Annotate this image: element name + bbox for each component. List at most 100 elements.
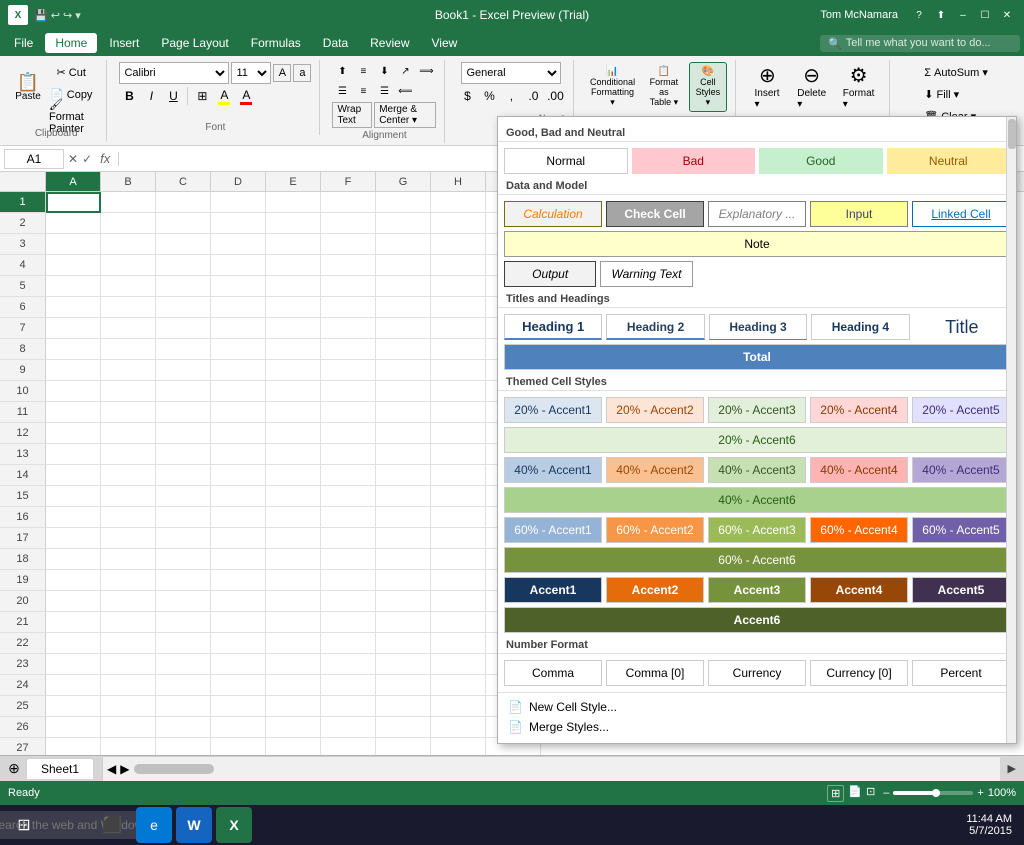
align-middle-button[interactable]: ≡ [353,62,373,80]
cell-G21[interactable] [376,612,431,633]
cell-F10[interactable] [321,381,376,402]
style-accent1[interactable]: Accent1 [504,577,602,603]
cell-E27[interactable] [266,738,321,755]
dropdown-scrollbar[interactable] [1006,117,1016,743]
scroll-right-icon[interactable]: ▶ [120,762,129,776]
style-normal[interactable]: Normal [504,148,628,174]
wrap-text-button[interactable]: Wrap Text [332,102,372,128]
row-number-19[interactable]: 19 [0,570,46,591]
formula-cancel-icon[interactable]: ✕ [68,152,78,166]
style-accent6[interactable]: Accent6 [504,607,1010,633]
menu-insert[interactable]: Insert [99,33,149,53]
cell-B13[interactable] [101,444,156,465]
style-20-accent5[interactable]: 20% - Accent5 [912,397,1010,423]
cell-A23[interactable] [46,654,101,675]
row-number-24[interactable]: 24 [0,675,46,696]
autosum-button[interactable]: Σ AutoSum ▾ [919,62,993,82]
menu-data[interactable]: Data [313,33,358,53]
cell-C24[interactable] [156,675,211,696]
cell-G11[interactable] [376,402,431,423]
style-currency-0[interactable]: Currency [0] [810,660,908,686]
cell-C19[interactable] [156,570,211,591]
cell-G4[interactable] [376,255,431,276]
style-60-accent5[interactable]: 60% - Accent5 [912,517,1010,543]
col-header-h[interactable]: H [431,172,486,191]
horizontal-scrollbar[interactable]: ◀ ▶ [102,756,999,781]
cell-C5[interactable] [156,276,211,297]
scroll-left-icon[interactable]: ◀ [107,762,116,776]
word-app[interactable]: W [176,807,212,843]
style-comma[interactable]: Comma [504,660,602,686]
style-heading1[interactable]: Heading 1 [504,314,602,340]
cell-B19[interactable] [101,570,156,591]
style-title[interactable]: Title [914,314,1010,340]
cell-A27[interactable] [46,738,101,755]
cell-A16[interactable] [46,507,101,528]
cell-G22[interactable] [376,633,431,654]
cell-G25[interactable] [376,696,431,717]
zoom-slider[interactable] [893,791,973,795]
style-input[interactable]: Input [810,201,908,227]
style-40-accent2[interactable]: 40% - Accent2 [606,457,704,483]
cell-C17[interactable] [156,528,211,549]
cell-F14[interactable] [321,465,376,486]
conditional-formatting-button[interactable]: 📊 ConditionalFormatting ▾ [586,62,638,112]
style-40-accent3[interactable]: 40% - Accent3 [708,457,806,483]
style-comma-0[interactable]: Comma [0] [606,660,704,686]
scroll-thumb[interactable] [134,764,214,774]
style-20-accent4[interactable]: 20% - Accent4 [810,397,908,423]
cell-B3[interactable] [101,234,156,255]
style-accent2[interactable]: Accent2 [606,577,704,603]
cell-E21[interactable] [266,612,321,633]
style-20-accent2[interactable]: 20% - Accent2 [606,397,704,423]
cell-D20[interactable] [211,591,266,612]
row-number-21[interactable]: 21 [0,612,46,633]
cell-E9[interactable] [266,360,321,381]
cell-G24[interactable] [376,675,431,696]
row-number-5[interactable]: 5 [0,276,46,297]
cell-A6[interactable] [46,297,101,318]
currency-button[interactable]: $ [457,86,477,106]
cell-F1[interactable] [321,192,376,213]
cell-C7[interactable] [156,318,211,339]
cell-F3[interactable] [321,234,376,255]
style-neutral[interactable]: Neutral [887,148,1011,174]
cell-F2[interactable] [321,213,376,234]
cell-F23[interactable] [321,654,376,675]
cell-C20[interactable] [156,591,211,612]
cell-E11[interactable] [266,402,321,423]
edge-app[interactable]: e [136,807,172,843]
fill-button[interactable]: ⬇ Fill ▾ [919,84,964,104]
cell-A3[interactable] [46,234,101,255]
formula-confirm-icon[interactable]: ✓ [82,152,92,166]
merge-center-button[interactable]: Merge & Center ▾ [374,102,436,128]
cell-H25[interactable] [431,696,486,717]
normal-view-button[interactable]: ⊞ [827,785,844,802]
align-top-button[interactable]: ⬆ [332,62,352,80]
cell-A4[interactable] [46,255,101,276]
cell-G17[interactable] [376,528,431,549]
cell-A11[interactable] [46,402,101,423]
cell-A5[interactable] [46,276,101,297]
cell-F27[interactable] [321,738,376,755]
col-header-e[interactable]: E [266,172,321,191]
delete-button[interactable]: ⊖ Delete ▾ [790,62,833,110]
cell-A10[interactable] [46,381,101,402]
cell-D1[interactable] [211,192,266,213]
task-view-button[interactable]: ⬛ [92,805,132,845]
style-40-accent4[interactable]: 40% - Accent4 [810,457,908,483]
page-layout-button[interactable]: 📄 [848,785,862,802]
cell-C1[interactable] [156,192,211,213]
cell-A7[interactable] [46,318,101,339]
cell-D26[interactable] [211,717,266,738]
cell-H6[interactable] [431,297,486,318]
row-number-27[interactable]: 27 [0,738,46,755]
cell-B14[interactable] [101,465,156,486]
style-40-accent1[interactable]: 40% - Accent1 [504,457,602,483]
cell-A18[interactable] [46,549,101,570]
col-header-f[interactable]: F [321,172,376,191]
cell-G23[interactable] [376,654,431,675]
format-button[interactable]: ⚙ Format ▾ [836,62,881,110]
cell-F17[interactable] [321,528,376,549]
cell-C22[interactable] [156,633,211,654]
